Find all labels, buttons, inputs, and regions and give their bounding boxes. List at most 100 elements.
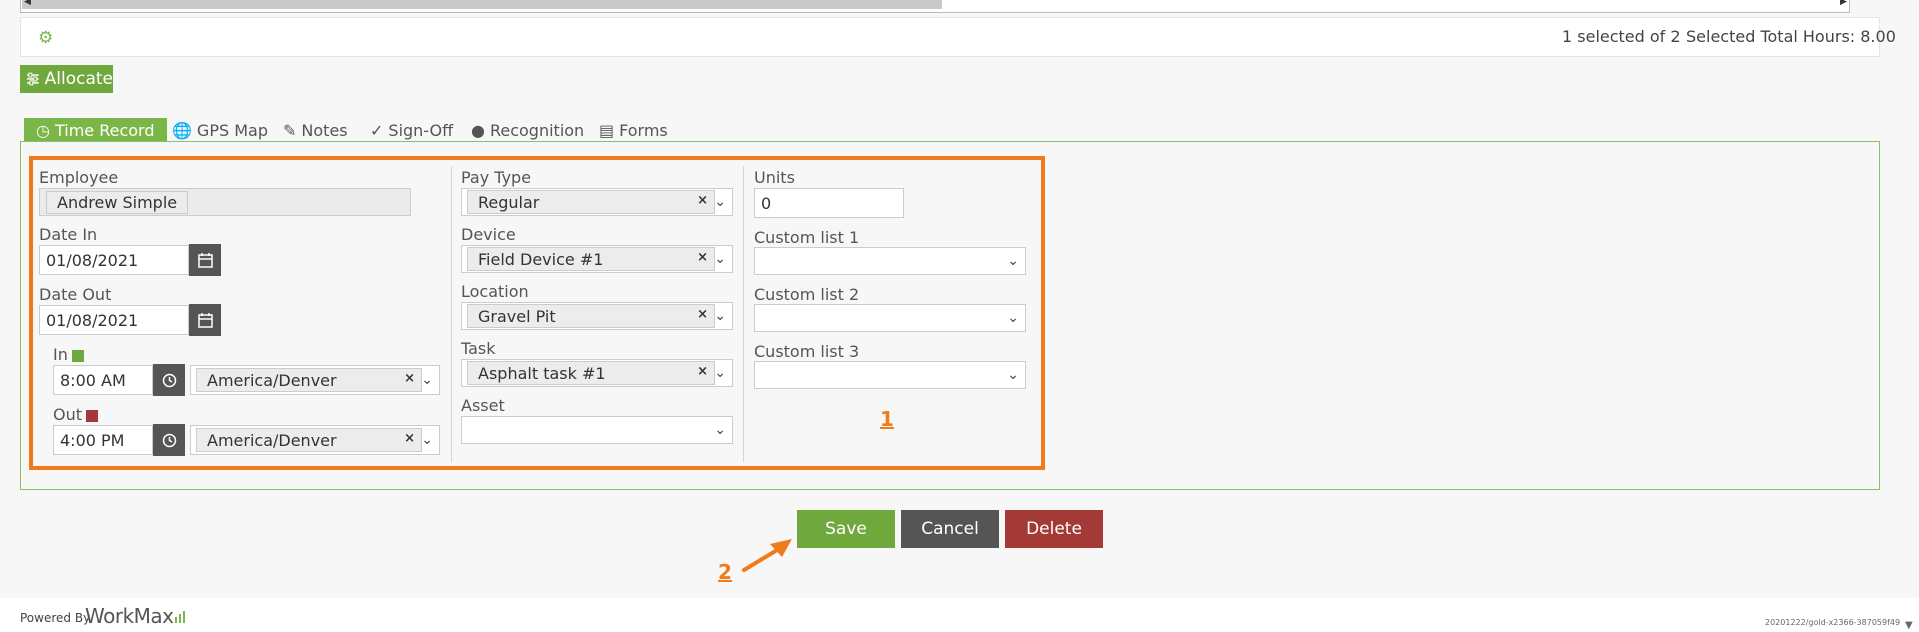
form-icon: ▤ [599, 120, 615, 140]
task-chip: Asphalt task #1 × [467, 361, 715, 385]
timezone-chip: America/Denver × [196, 428, 422, 452]
time-in-input[interactable]: 8:00 AM [53, 365, 153, 395]
custom-list-1-label: Custom list 1 [754, 228, 860, 247]
custom-list-2-select[interactable]: ⌄ [754, 304, 1026, 332]
tab-label: Notes [301, 120, 348, 140]
out-color-swatch [86, 409, 99, 422]
gear-icon[interactable]: ⚙ [38, 28, 53, 48]
page-footer [0, 598, 1919, 632]
date-in-label: Date In [39, 225, 98, 244]
allocate-label: Allocate [44, 69, 113, 89]
chevron-down-icon[interactable]: ⌄ [421, 432, 433, 448]
asset-select[interactable]: ⌄ [461, 416, 733, 444]
save-button[interactable]: Save [797, 510, 895, 548]
timezone-chip: America/Denver × [196, 368, 422, 392]
time-out-clock-button[interactable] [153, 424, 185, 456]
date-out-calendar-button[interactable] [189, 304, 221, 336]
tab-label: GPS Map [196, 120, 268, 140]
annotation-arrow-icon [742, 539, 792, 572]
column-divider [743, 166, 744, 462]
scroll-right-arrow-icon[interactable]: ▶ [1840, 0, 1850, 7]
custom-list-2-label: Custom list 2 [754, 285, 860, 304]
tab-label: Sign-Off [388, 120, 454, 140]
chevron-down-icon[interactable]: ⌄ [714, 365, 726, 381]
location-label: Location [461, 282, 529, 301]
tab-recognition[interactable]: ● Recognition [471, 118, 584, 142]
time-in-timezone-select[interactable]: America/Denver × ⌄ [190, 365, 440, 395]
custom-list-3-label: Custom list 3 [754, 342, 860, 361]
tab-time-record[interactable]: ◷ Time Record [24, 118, 167, 142]
clear-x-icon[interactable]: × [697, 193, 708, 208]
clear-x-icon[interactable]: × [404, 431, 415, 446]
tab-notes[interactable]: ✎ Notes [283, 118, 348, 142]
time-in-label-text: In [53, 345, 68, 364]
location-chip: Gravel Pit × [467, 304, 715, 328]
clear-x-icon[interactable]: × [404, 371, 415, 386]
allocate-button[interactable]: Allocate [20, 65, 113, 93]
timezone-value: America/Denver [207, 370, 337, 390]
tab-label: Forms [619, 120, 668, 140]
chevron-down-icon[interactable]: ⌄ [714, 251, 726, 267]
annotation-number-1: 1 [880, 407, 894, 431]
device-select[interactable]: Field Device #1 × ⌄ [461, 245, 733, 273]
tab-sign-off[interactable]: ✓ Sign-Off [370, 118, 453, 142]
chevron-down-icon[interactable]: ⌄ [714, 422, 726, 438]
clear-x-icon[interactable]: × [697, 307, 708, 322]
clock-icon [162, 433, 176, 447]
employee-chip: Andrew Simple [46, 190, 189, 214]
units-input[interactable]: 0 [754, 188, 904, 218]
time-out-label: Out [53, 405, 99, 424]
device-value: Field Device #1 [478, 249, 604, 269]
clock-icon [162, 373, 176, 387]
scrollbar-thumb[interactable] [22, 0, 942, 9]
brand-text: WorkMax [85, 604, 174, 628]
time-out-input[interactable]: 4:00 PM [53, 425, 153, 455]
units-label: Units [754, 168, 795, 187]
pay-type-select[interactable]: Regular × ⌄ [461, 188, 733, 216]
employee-label: Employee [39, 168, 119, 187]
scroll-down-arrow-icon[interactable]: ▼ [1905, 620, 1913, 631]
tab-forms[interactable]: ▤ Forms [599, 118, 668, 142]
annotation-number-2: 2 [718, 560, 732, 584]
scroll-left-arrow-icon[interactable]: ◀ [24, 0, 34, 7]
timezone-value: America/Denver [207, 430, 337, 450]
tab-label: Time Record [54, 120, 155, 140]
chevron-down-icon[interactable]: ⌄ [421, 372, 433, 388]
workmax-logo: WorkMax [85, 604, 188, 628]
calendar-icon [197, 252, 213, 268]
custom-list-3-select[interactable]: ⌄ [754, 361, 1026, 389]
sliders-icon [26, 72, 39, 86]
bar-chart-icon [174, 611, 185, 623]
clear-x-icon[interactable]: × [697, 250, 708, 265]
chevron-down-icon[interactable]: ⌄ [714, 308, 726, 324]
date-out-label: Date Out [39, 285, 112, 304]
task-label: Task [461, 339, 496, 358]
device-label: Device [461, 225, 516, 244]
tab-label: Recognition [489, 120, 585, 140]
employee-field: Andrew Simple [39, 188, 411, 216]
device-chip: Field Device #1 × [467, 247, 715, 271]
date-in-input[interactable]: 01/08/2021 [39, 245, 189, 275]
chevron-down-icon[interactable]: ⌄ [1007, 367, 1019, 383]
custom-list-1-select[interactable]: ⌄ [754, 247, 1026, 275]
check-icon: ✓ [370, 120, 384, 140]
task-value: Asphalt task #1 [478, 363, 606, 383]
location-select[interactable]: Gravel Pit × ⌄ [461, 302, 733, 330]
time-in-label: In [53, 345, 84, 364]
chevron-down-icon[interactable]: ⌄ [714, 194, 726, 210]
tab-gps-map[interactable]: 🌐 GPS Map [172, 118, 268, 142]
time-out-timezone-select[interactable]: America/Denver × ⌄ [190, 425, 440, 455]
powered-by-label: Powered By [20, 611, 91, 625]
person-icon: ● [471, 120, 485, 140]
delete-button[interactable]: Delete [1005, 510, 1103, 548]
cancel-button[interactable]: Cancel [901, 510, 999, 548]
clear-x-icon[interactable]: × [697, 364, 708, 379]
chevron-down-icon[interactable]: ⌄ [1007, 253, 1019, 269]
task-select[interactable]: Asphalt task #1 × ⌄ [461, 359, 733, 387]
build-version: 20201222/gold-x2366-387059f49 [1765, 618, 1901, 627]
date-in-calendar-button[interactable] [189, 244, 221, 276]
date-out-input[interactable]: 01/08/2021 [39, 305, 189, 335]
calendar-icon [197, 312, 213, 328]
time-in-clock-button[interactable] [153, 364, 185, 396]
chevron-down-icon[interactable]: ⌄ [1007, 310, 1019, 326]
